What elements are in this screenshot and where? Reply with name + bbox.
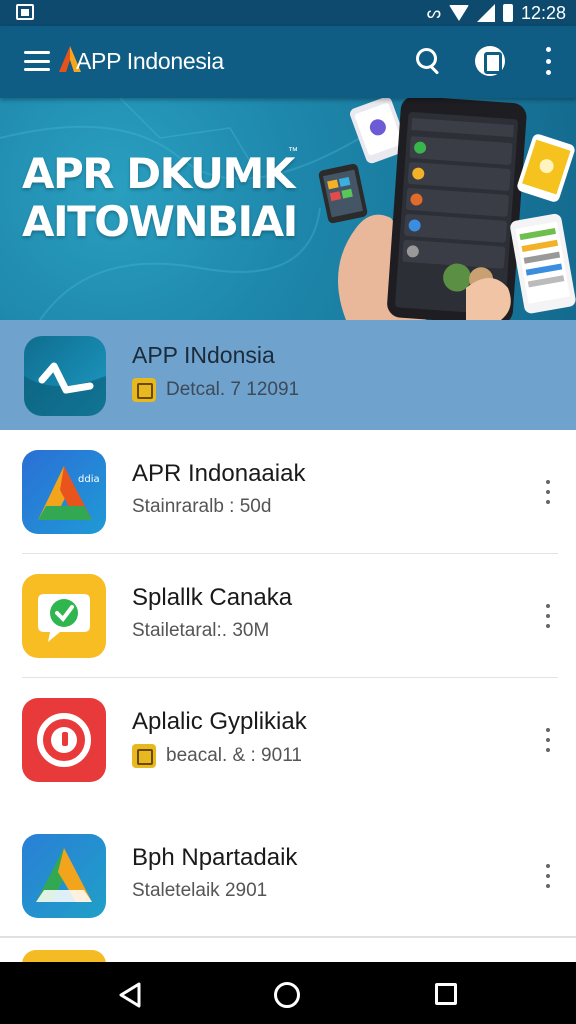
app-title: APP Indonesia xyxy=(76,48,224,74)
recents-icon[interactable] xyxy=(435,983,457,1005)
featured-app-meta-text: Detcal. 7 12091 xyxy=(166,379,300,400)
status-bar: ᔕ 12:28 xyxy=(0,0,576,26)
banner-headline-line2: AITOWNBIAI xyxy=(22,197,298,246)
phone-hand-illustration xyxy=(318,98,576,320)
more-options-icon[interactable] xyxy=(538,604,558,628)
banner-headline: APR DKUMK AITOWNBIAI xyxy=(22,149,298,246)
more-options-icon[interactable] xyxy=(538,864,558,888)
status-time: 12:28 xyxy=(520,2,566,23)
list-item[interactable]: Bph Npartadaik Staletelaik 2901 xyxy=(0,814,576,936)
badge-icon xyxy=(132,744,156,768)
list-item[interactable]: Aplalic Gyplikiak beacal. & : 9011 xyxy=(0,678,576,802)
battery-icon xyxy=(502,4,513,22)
app-meta: Staletelaik 2901 xyxy=(132,880,268,901)
app-icon-circle-red xyxy=(22,698,106,782)
back-icon[interactable] xyxy=(118,982,142,1008)
more-options-icon[interactable] xyxy=(538,728,558,752)
app-icon-triangle xyxy=(22,834,106,918)
menu-icon[interactable] xyxy=(24,51,50,71)
app-meta: Stainraralb : 50d xyxy=(132,496,272,517)
featured-app-meta: Detcal. 7 12091 xyxy=(132,378,299,402)
app-name: APR Indonaaiak xyxy=(132,460,306,487)
more-options-icon[interactable] xyxy=(538,480,558,504)
list-item[interactable]: Splallk Canaka Stailetaral:. 30M xyxy=(0,554,576,678)
app-name: Aplalic Gyplikiak xyxy=(132,708,307,735)
featured-app-row[interactable]: APP INdonsia Detcal. 7 12091 xyxy=(0,320,576,430)
vibrate-icon: ᔕ xyxy=(426,5,441,22)
list-item[interactable]: ddia APR Indonaaiak Stainraralb : 50d xyxy=(0,430,576,554)
app-icon-chat xyxy=(22,574,106,658)
account-icon[interactable] xyxy=(475,46,505,76)
home-icon[interactable] xyxy=(274,982,300,1008)
promo-banner[interactable]: APR DKUMK AITOWNBIAI ™ xyxy=(0,98,576,320)
app-meta: beacal. & : 9011 xyxy=(132,744,302,768)
featured-app-name: APP INdonsia xyxy=(132,342,275,368)
system-nav-bar xyxy=(0,962,576,1024)
search-icon[interactable] xyxy=(416,48,442,74)
app-icon-drive-style: ddia xyxy=(22,450,106,534)
app-meta: Stailetaral:. 30M xyxy=(132,620,270,641)
trademark-symbol: ™ xyxy=(288,146,298,157)
more-vert-icon[interactable] xyxy=(538,47,558,75)
signal-icon xyxy=(476,4,495,22)
app-meta-text: beacal. & : 9011 xyxy=(166,745,302,766)
app-name: Bph Npartadaik xyxy=(132,844,298,871)
notification-icon xyxy=(16,4,34,20)
badge-icon xyxy=(132,378,156,402)
status-indicators: ᔕ 12:28 xyxy=(427,2,566,24)
wifi-icon xyxy=(448,5,469,21)
section-divider xyxy=(0,936,576,938)
app-name: Splallk Canaka xyxy=(132,584,293,611)
featured-app-icon xyxy=(24,336,106,416)
app-bar: APP Indonesia xyxy=(0,26,576,98)
banner-headline-line1: APR DKUMK xyxy=(22,149,295,198)
app-icon-label: ddia xyxy=(78,474,100,485)
